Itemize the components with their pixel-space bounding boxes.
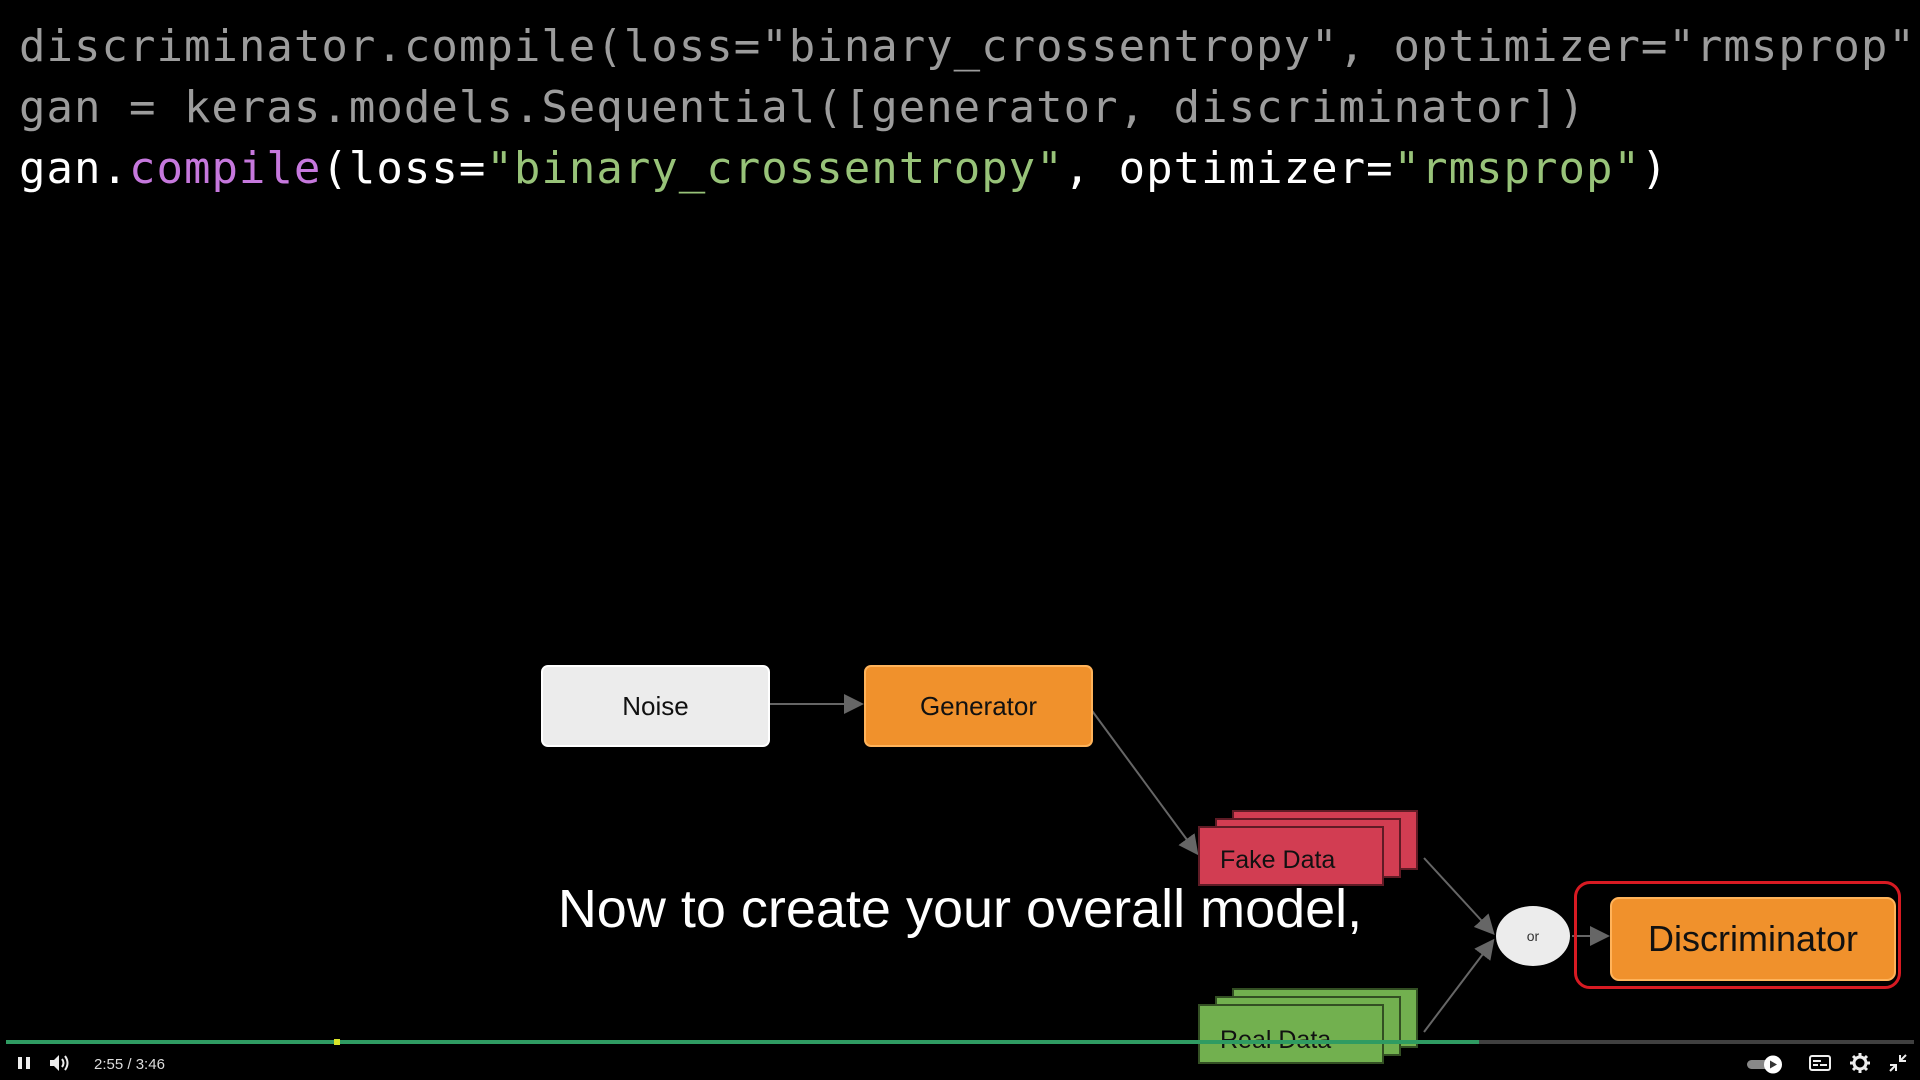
subtitles-button[interactable]	[1808, 1052, 1832, 1074]
code-quote: "	[1393, 143, 1422, 194]
code-line-2: gan = keras.models.Sequential([generator…	[19, 82, 1586, 133]
code-close-paren: )	[1641, 143, 1669, 194]
code-line-3: gan.compile(loss="binary_crossentropy", …	[19, 147, 1669, 191]
settings-button[interactable]	[1848, 1052, 1872, 1074]
generator-box: Generator	[864, 665, 1093, 747]
fake-data-label: Fake Data	[1220, 846, 1336, 874]
exit-fullscreen-button[interactable]	[1886, 1052, 1910, 1074]
volume-icon	[50, 1055, 69, 1071]
subtitles-icon	[1809, 1055, 1831, 1071]
noise-box: Noise	[541, 665, 770, 747]
pause-icon	[18, 1057, 30, 1069]
code-line-1: discriminator.compile(loss="binary_cross…	[19, 21, 1920, 72]
arrow-generator-to-fake	[1089, 707, 1199, 856]
progress-marker	[334, 1039, 340, 1045]
code-compile-method: compile	[128, 143, 322, 194]
pause-button[interactable]	[14, 1052, 34, 1074]
volume-button[interactable]	[48, 1052, 72, 1074]
settings-icon	[1850, 1053, 1870, 1073]
subtitle-text: Now to create your overall model,	[557, 879, 1363, 939]
player-controls: 2:55 / 3:46	[0, 1046, 1920, 1080]
current-time: 2:55	[94, 1056, 124, 1073]
code-gan-prefix: gan.	[19, 143, 129, 194]
code-open-paren: (loss=	[321, 143, 487, 194]
time-display: 2:55 / 3:46	[94, 1056, 165, 1073]
time-separator: /	[127, 1056, 132, 1073]
code-quote: "	[1613, 143, 1642, 194]
generator-label: Generator	[919, 690, 1038, 721]
subtitle-caption: Now to create your overall model,	[0, 878, 1920, 940]
autoplay-toggle-icon	[1747, 1055, 1782, 1074]
arrow-real-to-or	[1423, 938, 1495, 1033]
code-optimizer-value: rmsprop	[1421, 143, 1614, 194]
video-frame[interactable]: discriminator.compile(loss="binary_cross…	[0, 0, 1920, 1080]
autoplay-toggle[interactable]	[1745, 1054, 1785, 1074]
code-loss-value: binary_crossentropy	[513, 143, 1037, 194]
noise-label: Noise	[622, 690, 689, 721]
exit-fullscreen-icon	[1889, 1054, 1907, 1072]
duration: 3:46	[135, 1056, 165, 1073]
code-optimizer-arg: , optimizer=	[1063, 143, 1394, 194]
progress-played	[6, 1040, 1479, 1044]
code-quote: "	[486, 143, 514, 194]
code-quote: "	[1036, 143, 1064, 194]
